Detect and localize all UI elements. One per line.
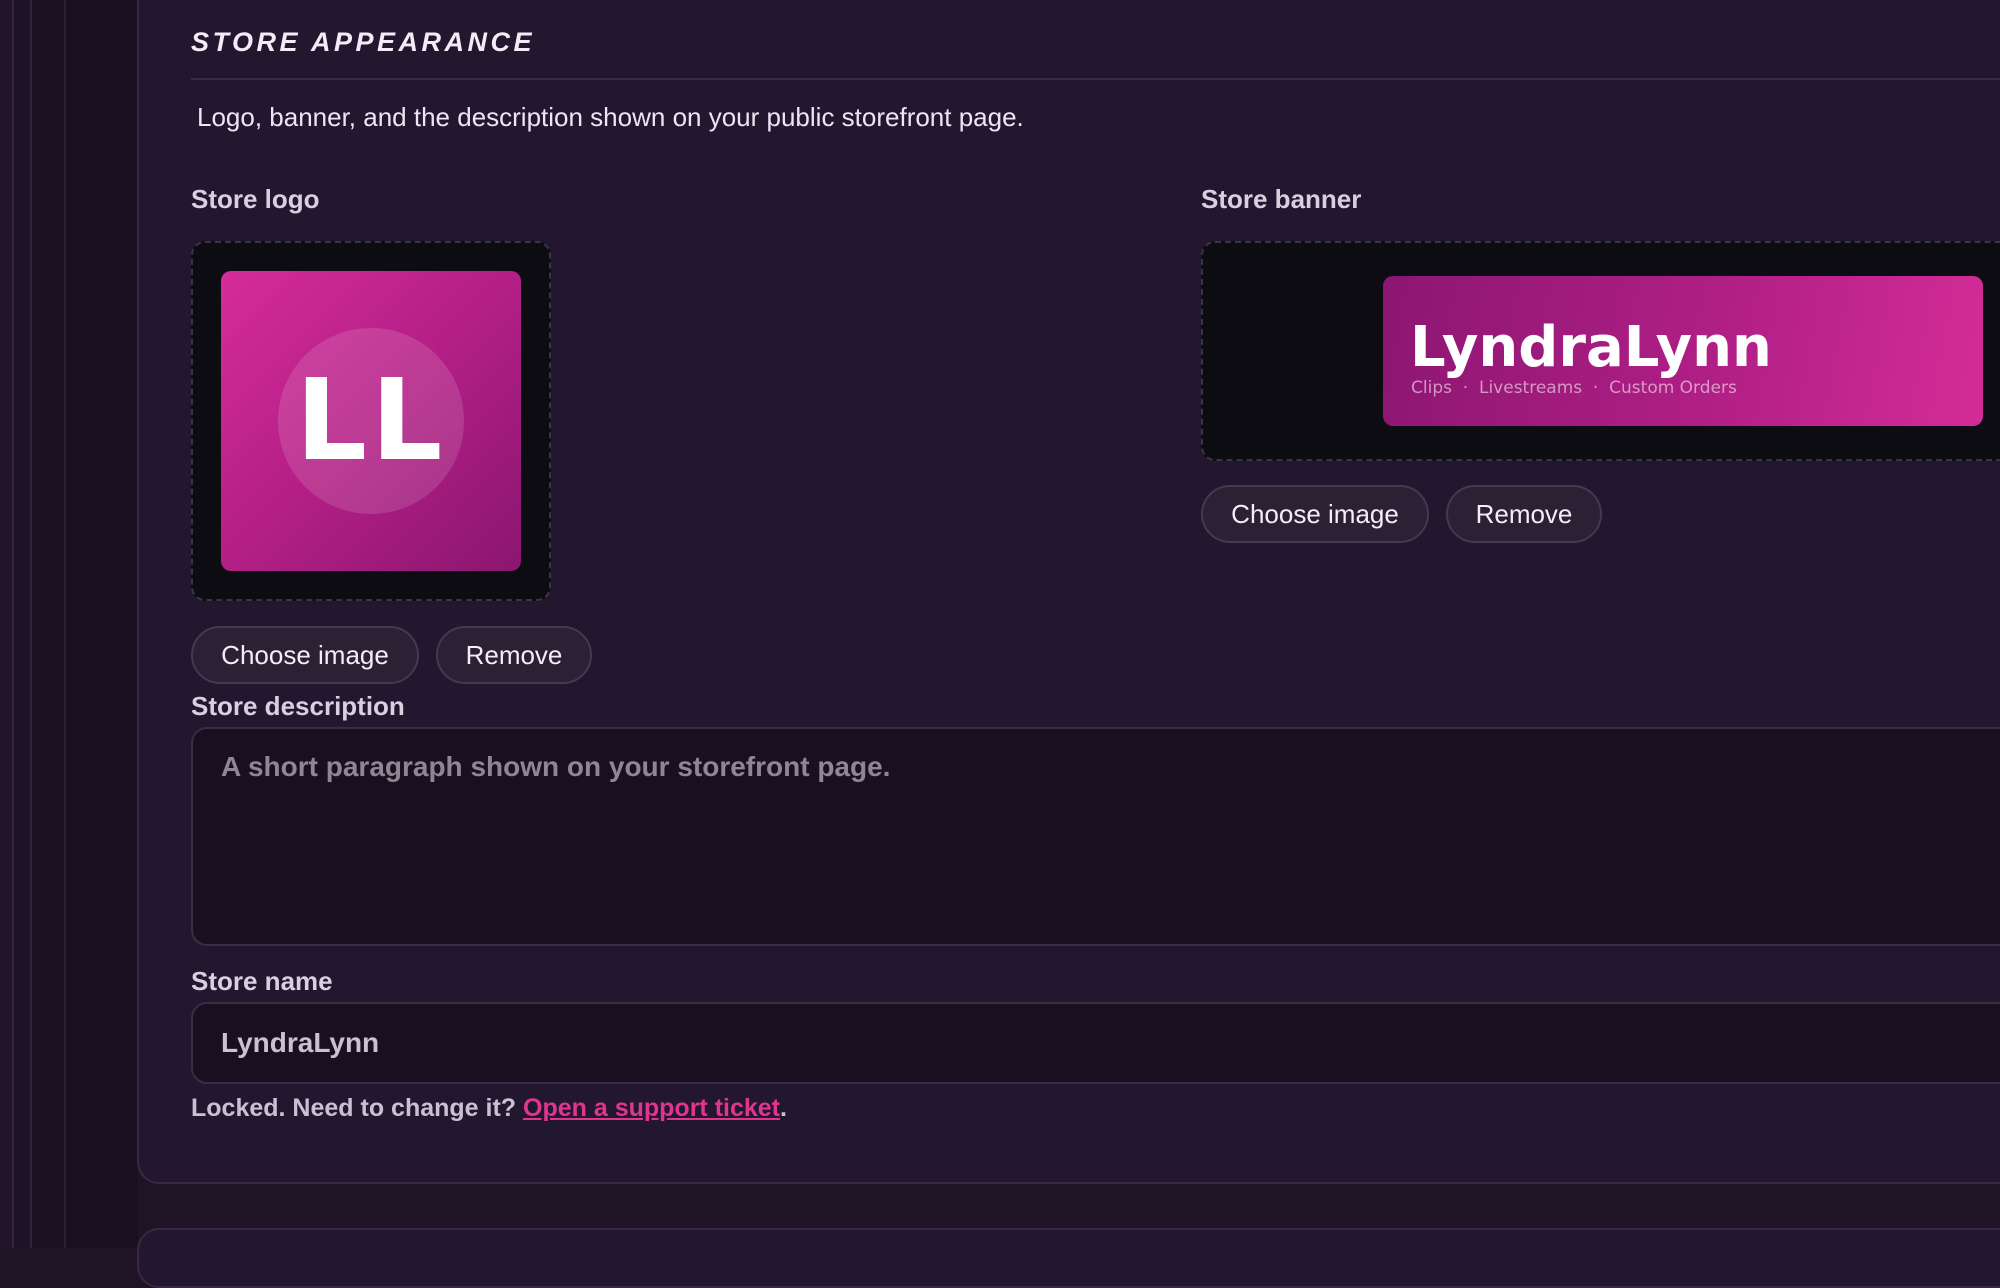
store-description-label: Store description [191,691,405,721]
store-banner-image: LyndraLynn Clips · Livestreams · Custom … [1383,276,1983,426]
side-rail [0,0,14,1248]
store-logo-image: LL [221,271,521,571]
logo-choose-image-button[interactable]: Choose image [191,626,419,684]
section-title: STORE APPEARANCE [191,27,536,57]
banner-remove-button[interactable]: Remove [1446,485,1602,543]
store-logo-dropzone[interactable]: LL [191,241,551,601]
logo-remove-button[interactable]: Remove [436,626,592,684]
locked-note-suffix: . [780,1094,787,1122]
logo-monogram: LL [295,356,447,486]
locked-note-text: Locked. Need to change it? [191,1094,517,1122]
next-section-card [137,1228,2000,1288]
side-rail [32,0,66,1248]
side-gutter [66,0,138,1248]
store-banner-label: Store banner [1201,184,1362,214]
store-description-textarea[interactable]: A short paragraph shown on your storefro… [191,727,2000,946]
store-logo-label: Store logo [191,184,320,214]
store-name-locked-note: Locked. Need to change it? Open a suppor… [191,1094,787,1123]
store-banner-dropzone[interactable]: LyndraLynn Clips · Livestreams · Custom … [1201,241,2000,461]
support-ticket-link[interactable]: Open a support ticket [523,1094,780,1122]
store-name-label: Store name [191,966,333,996]
banner-store-name: LyndraLynn [1410,315,1772,380]
banner-tagline: Clips · Livestreams · Custom Orders [1411,378,1737,398]
section-divider [191,78,2000,80]
banner-choose-image-button[interactable]: Choose image [1201,485,1429,543]
side-rail [14,0,32,1248]
store-name-input: LyndraLynn [191,1002,2000,1084]
section-description: Logo, banner, and the description shown … [197,102,1024,132]
